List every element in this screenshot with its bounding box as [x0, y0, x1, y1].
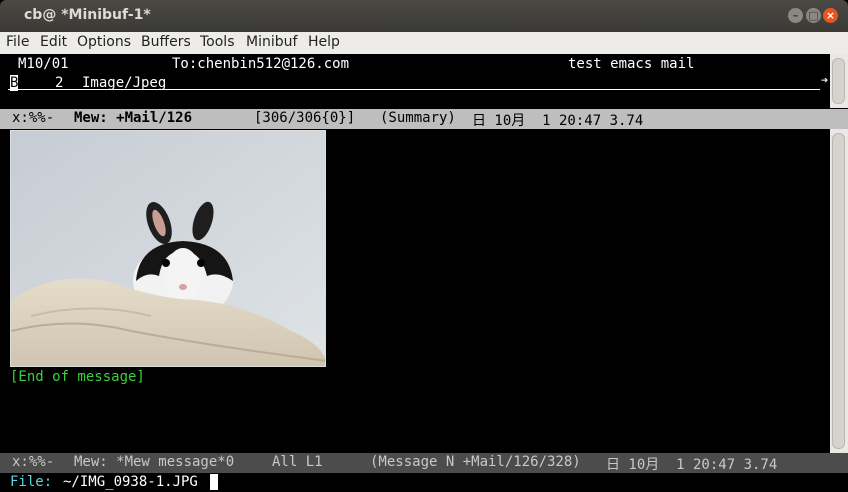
menu-options[interactable]: Options	[77, 34, 131, 50]
message-scrollbar[interactable]	[830, 129, 848, 453]
modeline-corner	[830, 109, 848, 129]
close-icon[interactable]: ×	[823, 8, 838, 23]
modeline-buffer-name: Mew: +Mail/126	[74, 110, 193, 126]
menu-minibuf[interactable]: Minibuf	[246, 34, 297, 50]
summary-modeline: x:%%- Mew: +Mail/126 [306/306{0}] (Summa…	[0, 109, 830, 129]
menu-edit[interactable]: Edit	[40, 34, 67, 50]
minimize-icon[interactable]: –	[788, 8, 803, 23]
modeline-flags: x:%%-	[12, 110, 55, 126]
modeline-mode: (Message N +Mail/126/328)	[370, 454, 581, 470]
summary-scrollbar[interactable]	[830, 54, 848, 108]
window-titlebar: cb@ *Minibuf-1* – □ ×	[0, 0, 848, 32]
menu-tools[interactable]: Tools	[200, 34, 235, 50]
end-of-message-label: [End of message]	[10, 369, 145, 385]
modeline-buffer-name: Mew: *Mew message*0	[74, 454, 235, 470]
minibuffer-cursor	[210, 474, 218, 490]
message-scroll-thumb[interactable]	[832, 133, 845, 449]
summary-to[interactable]: To:chenbin512@126.com	[172, 56, 349, 72]
menu-file[interactable]: File	[6, 34, 29, 50]
summary-scroll-thumb[interactable]	[832, 58, 845, 104]
modeline-mode: (Summary)	[380, 110, 456, 126]
modeline-position: All L1	[272, 454, 323, 470]
line-continuation-icon: ➔	[821, 73, 829, 87]
modeline-datetime: 日 10月 1 20:47 3.74	[606, 457, 778, 473]
attached-image	[10, 130, 326, 367]
minibuffer-prompt: File:	[10, 474, 53, 490]
minibuffer-input[interactable]: ~/IMG_0938-1.JPG	[63, 474, 198, 490]
summary-subject[interactable]: test emacs mail	[568, 56, 694, 72]
summary-date[interactable]: M10/01	[18, 56, 69, 72]
menu-buffers[interactable]: Buffers	[141, 34, 191, 50]
modeline-corner	[830, 453, 848, 473]
menu-bar: File Edit Options Buffers Tools Minibuf …	[0, 32, 848, 54]
modeline-datetime: 日 10月 1 20:47 3.74	[472, 113, 644, 129]
modeline-position: [306/306{0}]	[254, 110, 356, 126]
current-line-underline	[8, 89, 820, 90]
menu-help[interactable]: Help	[308, 34, 340, 50]
rabbit-photo	[11, 131, 325, 366]
maximize-icon[interactable]: □	[806, 8, 821, 23]
window-title: cb@ *Minibuf-1*	[24, 7, 151, 23]
modeline-flags: x:%%-	[12, 454, 55, 470]
message-modeline: x:%%- Mew: *Mew message*0 All L1 (Messag…	[0, 453, 830, 473]
